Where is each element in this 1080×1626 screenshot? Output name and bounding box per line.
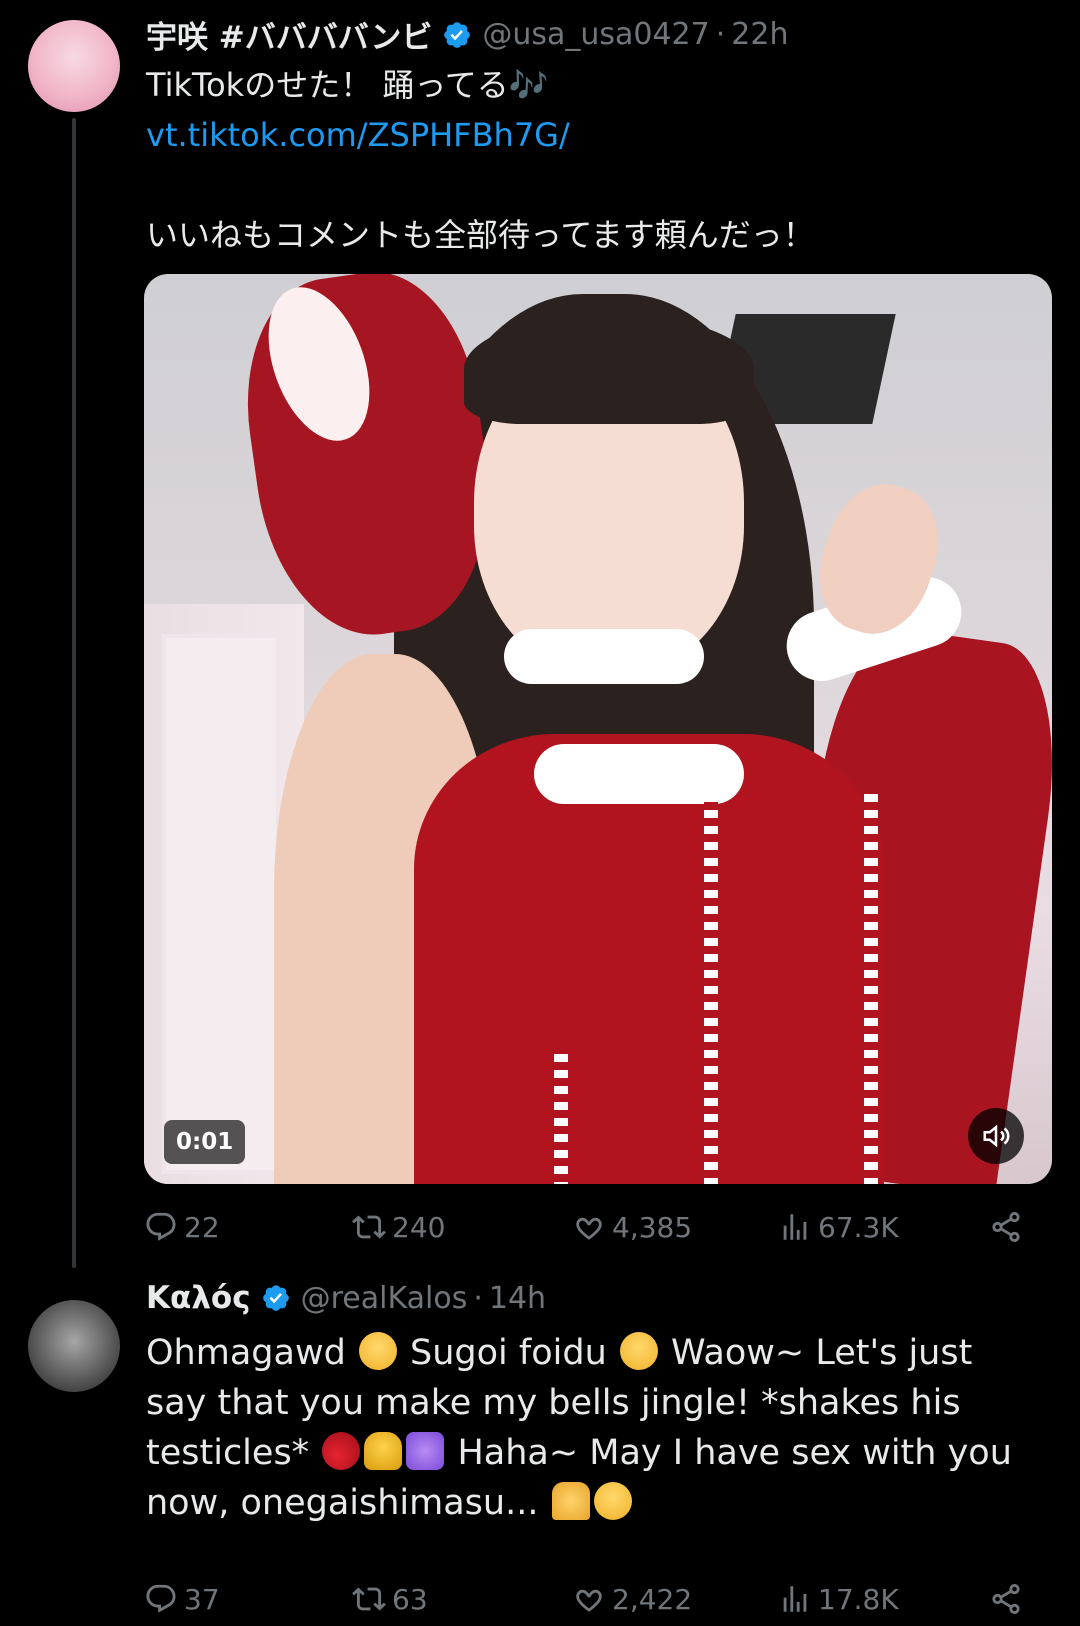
tweet-reply[interactable]: Καλός @realKalos · 14h Ohmagawd Sugoi fo… <box>0 1270 1080 1626</box>
folded-hands-emoji-icon <box>551 1482 590 1520</box>
separator-dot: · <box>715 17 726 52</box>
retweet-icon <box>352 1587 386 1611</box>
video-frame-lace <box>864 794 878 1184</box>
retweet-button[interactable]: 240 <box>352 1210 445 1244</box>
tweet-text-part: Sugoi foidu <box>398 1333 618 1373</box>
views-button[interactable]: 67.3K <box>778 1210 899 1244</box>
verified-badge-icon <box>262 1285 289 1311</box>
reply-count: 22 <box>184 1210 220 1244</box>
reply-icon <box>146 1212 176 1241</box>
relieved-face-emoji-icon <box>593 1482 632 1520</box>
tweet-header: Καλός @realKalos · 14h <box>146 1280 546 1316</box>
video-frame-bangs <box>464 314 754 424</box>
video-player[interactable]: 0:01 <box>144 274 1052 1184</box>
handle[interactable]: @usa_usa0427 <box>482 17 709 52</box>
reply-icon <box>146 1584 176 1613</box>
video-frame-door <box>162 634 280 1174</box>
heart-eyes-emoji-icon <box>619 1332 658 1370</box>
like-button[interactable]: 4,385 <box>572 1210 692 1244</box>
separator-dot: · <box>473 1280 483 1316</box>
tweet-header: 宇咲 #ババババンビ @usa_usa0427 · 22h <box>146 12 788 57</box>
tweet-text: Ohmagawd Sugoi foidu Waow~ Let's just sa… <box>146 1328 1036 1528</box>
views-icon <box>783 1214 807 1240</box>
musical-notes-emoji-icon <box>406 1432 445 1470</box>
video-duration: 0:01 <box>164 1120 246 1164</box>
views-button[interactable]: 17.8K <box>778 1582 899 1616</box>
author-avatar[interactable] <box>28 1300 120 1392</box>
view-count: 17.8K <box>818 1582 899 1616</box>
video-frame-collar <box>504 629 704 684</box>
like-button[interactable]: 2,422 <box>572 1582 692 1616</box>
cherries-emoji-icon <box>322 1432 361 1470</box>
like-icon <box>576 1589 602 1612</box>
bell-emoji-icon <box>364 1432 403 1470</box>
view-count: 67.3K <box>818 1210 899 1244</box>
share-icon <box>992 1211 1020 1243</box>
like-count: 4,385 <box>612 1210 693 1244</box>
timestamp[interactable]: 22h <box>731 17 788 52</box>
handle[interactable]: @realKalos <box>301 1281 468 1316</box>
share-button[interactable] <box>989 1210 1023 1244</box>
like-count: 2,422 <box>612 1582 693 1616</box>
reply-count: 37 <box>184 1582 220 1616</box>
tweet-text-line: いいねもコメントも全部待ってます頼んだっ！ <box>146 216 815 254</box>
retweet-count: 240 <box>392 1210 446 1244</box>
views-icon <box>783 1586 807 1612</box>
verified-badge-icon <box>444 21 471 48</box>
thread-line <box>72 118 76 1268</box>
video-frame-lace <box>704 794 718 1184</box>
share-button[interactable] <box>989 1582 1023 1616</box>
timestamp[interactable]: 14h <box>489 1281 546 1316</box>
video-frame-lace <box>554 1054 568 1184</box>
tweet-link[interactable]: vt.tiktok.com/ZSPHFBh7G/ <box>146 110 570 160</box>
retweet-button[interactable]: 63 <box>352 1582 428 1616</box>
retweet-count: 63 <box>392 1582 428 1616</box>
display-name[interactable]: 宇咲 #ババババンビ <box>146 12 432 57</box>
tweet-text-part: Ohmagawd <box>146 1333 357 1373</box>
reply-button[interactable]: 37 <box>144 1582 220 1616</box>
tweet-original[interactable]: 宇咲 #ババババンビ @usa_usa0427 · 22h TikTokのせた！… <box>0 0 1080 1270</box>
tweet-actions: 22 240 4,385 67.3K <box>144 1210 1039 1250</box>
reply-button[interactable]: 22 <box>144 1210 220 1244</box>
flushed-face-emoji-icon <box>358 1332 397 1370</box>
author-avatar[interactable] <box>28 20 120 112</box>
retweet-icon <box>352 1215 386 1239</box>
volume-muted-icon <box>983 1124 1010 1148</box>
volume-muted-button[interactable] <box>968 1108 1024 1164</box>
tweet-text-line: TikTokのせた！ 踊ってる🎶 <box>146 66 549 104</box>
like-icon <box>576 1217 602 1240</box>
share-icon <box>992 1583 1020 1615</box>
display-name[interactable]: Καλός <box>146 1280 251 1316</box>
tweet-actions: 37 63 2,422 17.8K <box>144 1582 1039 1622</box>
